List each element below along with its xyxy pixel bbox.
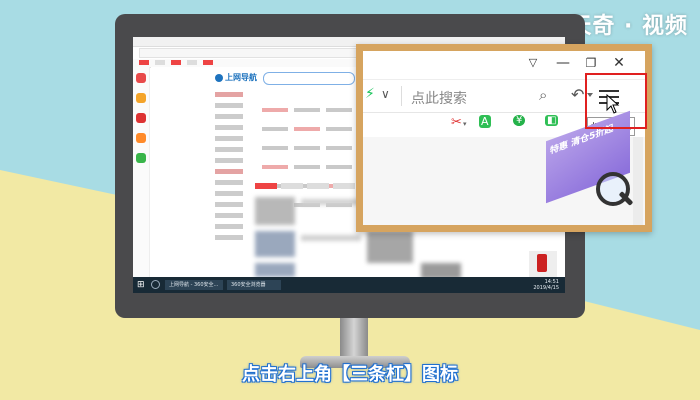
fav-icon[interactable] bbox=[203, 60, 213, 65]
fav-icon[interactable] bbox=[139, 60, 149, 65]
site-link[interactable] bbox=[262, 108, 288, 112]
nav-item[interactable] bbox=[215, 202, 243, 207]
news-headline[interactable] bbox=[301, 235, 361, 241]
nav-item[interactable] bbox=[215, 114, 243, 119]
page-search-input[interactable] bbox=[263, 72, 355, 85]
news-headline[interactable] bbox=[301, 199, 361, 205]
nav-item[interactable] bbox=[215, 235, 243, 240]
taskbar-clock[interactable]: 14:51 2019/4/15 bbox=[533, 279, 559, 291]
news-tab[interactable] bbox=[281, 183, 303, 189]
watermark: 天奇 · 视频 bbox=[569, 14, 688, 39]
news-thumbnail[interactable] bbox=[255, 197, 295, 225]
search-input[interactable]: 点此搜索 bbox=[411, 88, 467, 108]
nav-item[interactable] bbox=[215, 136, 243, 141]
dropdown-icon[interactable]: ▾ bbox=[463, 120, 467, 128]
search-icon[interactable]: ⌕ bbox=[539, 86, 547, 104]
category-nav bbox=[215, 89, 249, 246]
phone-image bbox=[537, 254, 547, 272]
nav-item[interactable] bbox=[215, 180, 243, 185]
mouse-cursor-icon bbox=[606, 94, 620, 114]
news-tab[interactable] bbox=[255, 183, 277, 189]
taskbar-app-label: 360安全浏览器 bbox=[231, 282, 266, 288]
windows-start-icon[interactable]: ⊞ bbox=[137, 280, 147, 290]
subtitle-caption: 点击右上角【三条杠】图标 bbox=[242, 364, 458, 385]
coupon-icon[interactable]: ¥ bbox=[513, 115, 526, 126]
news-thumbnail[interactable] bbox=[255, 263, 295, 277]
news-thumbnail[interactable] bbox=[367, 231, 413, 263]
translate-icon[interactable]: A bbox=[479, 115, 491, 128]
fav-icon[interactable] bbox=[171, 60, 181, 65]
nav-item[interactable] bbox=[215, 158, 243, 163]
taskbar-app[interactable]: 上网导航 - 360安全... bbox=[165, 280, 223, 290]
news-tab[interactable] bbox=[333, 183, 355, 189]
shirt-skin-icon[interactable]: ▽ bbox=[523, 54, 543, 72]
nav-item[interactable] bbox=[215, 213, 243, 218]
chevron-down-icon[interactable]: ∨ bbox=[381, 87, 390, 101]
fav-icon[interactable] bbox=[155, 60, 165, 65]
nav-item[interactable] bbox=[215, 191, 243, 196]
site-link-grid bbox=[259, 99, 357, 213]
sidebar-app-icon[interactable] bbox=[136, 93, 146, 103]
nav-item[interactable] bbox=[215, 103, 243, 108]
site-link[interactable] bbox=[262, 146, 288, 150]
site-link[interactable] bbox=[262, 127, 288, 131]
clock-date: 2019/4/15 bbox=[533, 285, 559, 291]
cortana-icon[interactable] bbox=[151, 280, 160, 289]
news-tab[interactable] bbox=[307, 183, 329, 189]
windows-taskbar: ⊞ 上网导航 - 360安全... 360安全浏览器 14:51 2019/4/… bbox=[133, 277, 565, 293]
site-link[interactable] bbox=[294, 165, 320, 169]
undo-icon[interactable]: ↶ bbox=[571, 85, 584, 104]
sidebar-app-icon[interactable] bbox=[136, 113, 146, 123]
site-link[interactable] bbox=[326, 146, 352, 150]
news-thumbnail[interactable] bbox=[255, 231, 295, 257]
site-link[interactable] bbox=[326, 108, 352, 112]
browser-sidebar bbox=[133, 67, 150, 277]
site-link[interactable] bbox=[262, 165, 288, 169]
sidebar-app-icon[interactable] bbox=[136, 73, 146, 83]
site-link[interactable] bbox=[294, 146, 320, 150]
site-link[interactable] bbox=[294, 108, 320, 112]
sidebar-app-icon[interactable] bbox=[136, 153, 146, 163]
nav-item[interactable] bbox=[215, 92, 243, 97]
site-link[interactable] bbox=[294, 127, 320, 131]
close-button[interactable]: ✕ bbox=[609, 54, 629, 72]
scissors-icon[interactable]: ✂ bbox=[451, 115, 462, 130]
sidebar-app-icon[interactable] bbox=[136, 133, 146, 143]
site-link[interactable] bbox=[326, 127, 352, 131]
scrollbar[interactable] bbox=[633, 137, 643, 225]
taskbar-app[interactable]: 360安全浏览器 bbox=[227, 280, 281, 290]
nav-item[interactable] bbox=[215, 125, 243, 130]
fav-icon[interactable] bbox=[187, 60, 197, 65]
site-logo: 上网导航 bbox=[215, 72, 257, 83]
taskbar-app-label: 上网导航 - 360安全... bbox=[169, 282, 219, 288]
nav-item[interactable] bbox=[215, 169, 243, 174]
site-link[interactable] bbox=[326, 165, 352, 169]
logo-text: 上网导航 bbox=[225, 73, 257, 82]
restore-button[interactable]: ❐ bbox=[581, 54, 601, 72]
divider bbox=[401, 86, 402, 106]
game-icon[interactable]: ◧ bbox=[545, 115, 559, 126]
minimize-button[interactable]: — bbox=[553, 54, 573, 72]
lightning-icon[interactable]: ⚡ bbox=[365, 86, 375, 102]
ad-image[interactable] bbox=[529, 251, 557, 277]
nav-item[interactable] bbox=[215, 147, 243, 152]
nav-item[interactable] bbox=[215, 224, 243, 229]
logo-icon bbox=[215, 73, 223, 82]
